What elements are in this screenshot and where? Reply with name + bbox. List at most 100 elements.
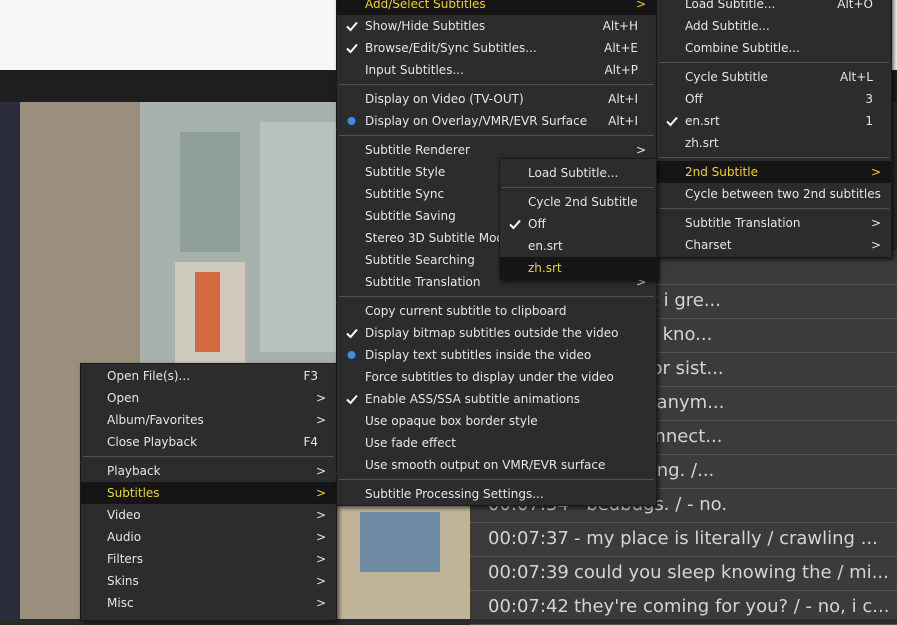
menu-item-shortcut: Alt+I <box>608 114 638 128</box>
add-subtitles-item-combine-subtitle[interactable]: Combine Subtitle... <box>657 37 891 59</box>
second-subtitle-item-load-subtitle[interactable]: Load Subtitle... <box>500 162 656 184</box>
add-subtitles-item-zh-srt[interactable]: zh.srt <box>657 132 891 154</box>
subtitles-menu-item-use-smooth-output-on-vmr-evr-surface[interactable]: Use smooth output on VMR/EVR surface <box>337 454 656 476</box>
menu-item-video[interactable]: Video > <box>81 504 336 526</box>
menu-item-label: Force subtitles to display under the vid… <box>365 370 614 384</box>
submenu-arrow-icon: > <box>315 391 326 405</box>
menu-item-label: Use smooth output on VMR/EVR surface <box>365 458 606 472</box>
radio-dot-icon <box>345 110 359 132</box>
menu-separator <box>339 135 654 136</box>
menu-item-audio[interactable]: Audio > <box>81 526 336 548</box>
add-select-subtitles-submenu: Load Subtitle... Alt+O Add Subtitle... Comb… <box>656 0 892 258</box>
subtitles-menu-item-subtitle-processing-settings[interactable]: Subtitle Processing Settings... <box>337 483 656 505</box>
menu-item-label: Display on Video (TV-OUT) <box>365 92 524 106</box>
menu-item-label: Open File(s)... <box>107 369 191 383</box>
menu-item-subtitles[interactable]: Subtitles > <box>81 482 336 504</box>
menu-item-label: Subtitle Sync <box>365 187 445 201</box>
menu-item-shortcut: Alt+O <box>837 0 873 11</box>
subtitles-menu-item-display-on-video-tv-out[interactable]: Display on Video (TV-OUT) Alt+I <box>337 88 656 110</box>
add-subtitles-item-cycle-subtitle[interactable]: Cycle Subtitle Alt+L <box>657 66 891 88</box>
context-menu: Open File(s)... F3 Open > Album/Favorites > Cl… <box>80 363 337 621</box>
second-subtitle-item-en-srt[interactable]: en.srt <box>500 235 656 257</box>
menu-item-label: Subtitle Translation <box>685 216 801 230</box>
menu-item-playback[interactable]: Playback > <box>81 460 336 482</box>
subtitle-list-row[interactable]: 00:07:42 they're coming for you? / - no, … <box>470 590 897 625</box>
add-subtitles-item-subtitle-translation[interactable]: Subtitle Translation > <box>657 212 891 234</box>
checkmark-icon <box>665 110 679 132</box>
menu-item-label: Filters <box>107 552 143 566</box>
subtitle-timestamp: 00:07:37 <box>488 528 569 549</box>
menu-separator <box>339 479 654 480</box>
subtitle-text: - my place is literally / crawling ... <box>574 528 878 549</box>
second-subtitle-submenu: Load Subtitle... Cycle 2nd Subtitle Off en.… <box>499 158 657 280</box>
subtitles-menu-item-browse-edit-sync-subtitles[interactable]: Browse/Edit/Sync Subtitles... Alt+E <box>337 37 656 59</box>
menu-item-label: Subtitle Processing Settings... <box>365 487 544 501</box>
subtitles-menu-item-enable-ass-ssa-subtitle-animations[interactable]: Enable ASS/SSA subtitle animations <box>337 388 656 410</box>
menu-item-shortcut: Alt+I <box>608 92 638 106</box>
subtitle-timestamp: 00:07:42 <box>488 596 569 617</box>
subtitles-menu-item-use-opaque-box-border-style[interactable]: Use opaque box border style <box>337 410 656 432</box>
menu-item-label: en.srt <box>685 114 720 128</box>
submenu-arrow-icon: > <box>315 486 326 500</box>
menu-item-label: Cycle Subtitle <box>685 70 768 84</box>
menu-item-shortcut: F4 <box>303 435 318 449</box>
subtitle-list-row[interactable]: 00:07:39 could you sleep knowing the / mi… <box>470 556 897 591</box>
menu-item-label: Combine Subtitle... <box>685 41 800 55</box>
submenu-arrow-icon: > <box>315 596 326 610</box>
menu-item-label: Subtitle Renderer <box>365 143 470 157</box>
submenu-arrow-icon: > <box>315 574 326 588</box>
menu-item-shortcut: 3 <box>865 92 873 106</box>
subtitles-menu-item-show-hide-subtitles[interactable]: Show/Hide Subtitles Alt+H <box>337 15 656 37</box>
menu-item-filters[interactable]: Filters > <box>81 548 336 570</box>
second-subtitle-item-cycle-2nd-subtitle[interactable]: Cycle 2nd Subtitle <box>500 191 656 213</box>
subtitles-menu-item-copy-current-subtitle-to-clipboard[interactable]: Copy current subtitle to clipboard <box>337 300 656 322</box>
menu-item-label: Album/Favorites <box>107 413 204 427</box>
menu-item-close-playback[interactable]: Close Playback F4 <box>81 431 336 453</box>
menu-item-label: Open <box>107 391 140 405</box>
menu-item-open-file-s[interactable]: Open File(s)... F3 <box>81 365 336 387</box>
subtitles-menu-item-display-text-subtitles-inside-the-video[interactable]: Display text subtitles inside the video <box>337 344 656 366</box>
menu-item-label: Subtitle Translation <box>365 275 481 289</box>
submenu-arrow-icon: > <box>315 552 326 566</box>
menu-item-label: Display bitmap subtitles outside the vid… <box>365 326 619 340</box>
subtitle-text: they're coming for you? / - no, i c... <box>574 596 890 617</box>
menu-item-label: Cycle 2nd Subtitle <box>528 195 638 209</box>
menu-item-label: Audio <box>107 530 142 544</box>
add-subtitles-item-cycle-between-two-2nd-subtitles[interactable]: Cycle between two 2nd subtitles <box>657 183 891 205</box>
menu-item-label: Subtitle Saving <box>365 209 456 223</box>
menu-item-label: 2nd Subtitle <box>685 165 758 179</box>
second-subtitle-item-off[interactable]: Off <box>500 213 656 235</box>
add-subtitles-item-charset[interactable]: Charset > <box>657 234 891 256</box>
subtitles-menu-item-add-select-subtitles[interactable]: Add/Select Subtitles > <box>337 0 656 15</box>
menu-item-label: Stereo 3D Subtitle Mode <box>365 231 512 245</box>
subtitles-menu-item-display-on-overlay-vmr-evr-surface[interactable]: Display on Overlay/VMR/EVR Surface Alt+I <box>337 110 656 132</box>
menu-item-label: Display text subtitles inside the video <box>365 348 592 362</box>
menu-item-label: Load Subtitle... <box>685 0 776 11</box>
subtitle-list-row[interactable]: 00:07:37- my place is literally / crawli… <box>470 522 897 557</box>
menu-item-label: zh.srt <box>685 136 719 150</box>
subtitles-menu-item-display-bitmap-subtitles-outside-the-video[interactable]: Display bitmap subtitles outside the vid… <box>337 322 656 344</box>
subtitles-menu-item-input-subtitles[interactable]: Input Subtitles... Alt+P <box>337 59 656 81</box>
submenu-arrow-icon: > <box>315 508 326 522</box>
subtitles-menu-item-force-subtitles-to-display-under-the-video[interactable]: Force subtitles to display under the vid… <box>337 366 656 388</box>
menu-item-label: Show/Hide Subtitles <box>365 19 486 33</box>
menu-item-label: Browse/Edit/Sync Subtitles... <box>365 41 537 55</box>
add-subtitles-item-off[interactable]: Off 3 <box>657 88 891 110</box>
menu-item-misc[interactable]: Misc > <box>81 592 336 614</box>
menu-item-label: en.srt <box>528 239 563 253</box>
menu-item-label: Add Subtitle... <box>685 19 770 33</box>
add-subtitles-item-add-subtitle[interactable]: Add Subtitle... <box>657 15 891 37</box>
menu-item-label: Subtitle Searching <box>365 253 475 267</box>
menu-item-label: Skins <box>107 574 139 588</box>
menu-item-album-favorites[interactable]: Album/Favorites > <box>81 409 336 431</box>
menu-separator <box>659 62 889 63</box>
add-subtitles-item-2nd-subtitle[interactable]: 2nd Subtitle > <box>657 161 891 183</box>
menu-item-label: Use fade effect <box>365 436 456 450</box>
menu-item-open[interactable]: Open > <box>81 387 336 409</box>
menu-item-skins[interactable]: Skins > <box>81 570 336 592</box>
second-subtitle-item-zh-srt[interactable]: zh.srt <box>500 257 656 279</box>
add-subtitles-item-en-srt[interactable]: en.srt 1 <box>657 110 891 132</box>
subtitles-menu-item-use-fade-effect[interactable]: Use fade effect <box>337 432 656 454</box>
menu-item-label: Video <box>107 508 141 522</box>
add-subtitles-item-load-subtitle[interactable]: Load Subtitle... Alt+O <box>657 0 891 15</box>
